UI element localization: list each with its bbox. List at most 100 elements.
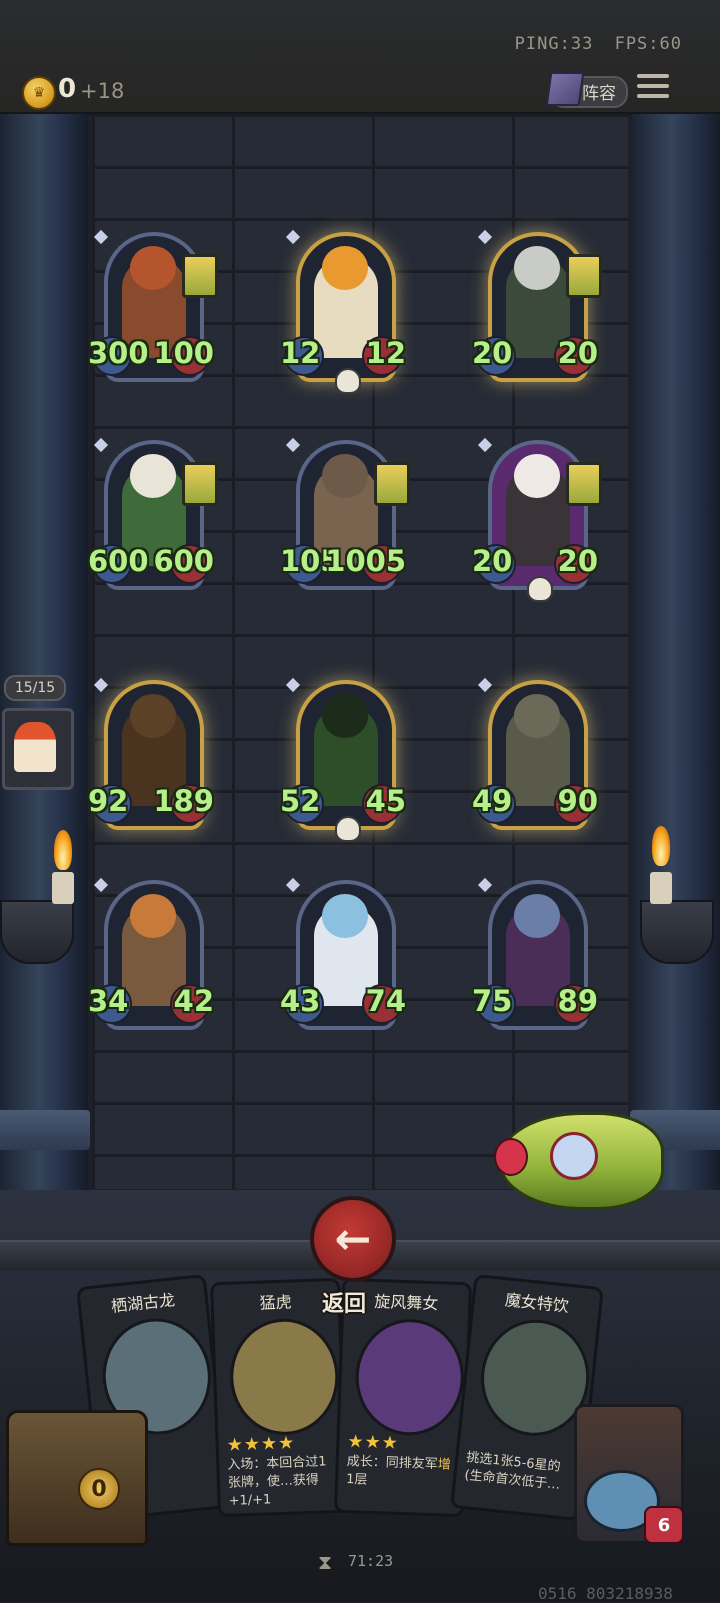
back-label: 返回 [322, 1292, 367, 1317]
skull-icon [335, 368, 361, 394]
board-unit[interactable]: 52 45 [280, 677, 406, 842]
star-gem-icon [477, 877, 493, 893]
flame-icon [54, 830, 72, 870]
back-button[interactable]: ← [310, 1196, 396, 1282]
unit-health: 12 [365, 336, 406, 370]
menu-icon[interactable] [637, 74, 669, 104]
unit-head [130, 454, 176, 498]
unit-attack: 43 [280, 984, 321, 1018]
gold-income: +18 [80, 79, 125, 103]
unit-health: 20 [557, 544, 598, 578]
board-unit[interactable]: 92 189 [88, 677, 214, 830]
unit-head [514, 454, 560, 498]
shop-card-art [228, 1316, 341, 1437]
fps-readout: FPS:60 [614, 34, 682, 54]
unit-attack: 600 [88, 544, 149, 578]
board-unit[interactable]: 75 89 [472, 877, 598, 1030]
shop-card-name: 猛虎 [259, 1292, 293, 1313]
user-id: 0516 803218938 [538, 1584, 673, 1603]
shop-card-desc: 入场：本回合过1张牌，使…获得+1/+1 [227, 1453, 341, 1511]
unit-attack: 12 [280, 336, 321, 370]
unit-health: 1005 [325, 544, 406, 578]
unit-head [130, 894, 176, 938]
unit-head [514, 694, 560, 738]
flame-icon [652, 826, 670, 866]
skull-icon [335, 816, 361, 842]
unit-attack: 300 [88, 336, 149, 370]
unit-health: 189 [153, 784, 214, 818]
shop-card-desc: 成长：同排友军增 1层 [346, 1453, 459, 1493]
shop-card-desc: 挑选1张5-6星的(生命首次低于… [464, 1449, 579, 1497]
lantern-icon [182, 254, 218, 298]
gold-coin-icon: ♛ [22, 76, 56, 110]
star-gem-icon [93, 677, 109, 693]
board-unit[interactable]: 600 600 [88, 437, 218, 590]
board-unit[interactable]: 34 42 [88, 877, 214, 1030]
back-arrow-icon: ← [334, 1213, 372, 1265]
unit-head [514, 894, 560, 938]
star-gem-icon [93, 877, 109, 893]
desc-text: 成长：同排友军 [346, 1454, 438, 1473]
stone-pillar-right [632, 114, 720, 1254]
unit-head [322, 246, 368, 290]
desc-text: 入场：本回合 [227, 1455, 306, 1473]
unit-attack: 34 [88, 984, 129, 1018]
board-unit[interactable]: 20 20 [472, 229, 602, 382]
star-gem-icon [477, 677, 493, 693]
reserve-count: 15/15 [4, 675, 66, 701]
network-stats: PING:33 FPS:60 [505, 34, 682, 54]
star-gem-icon [285, 877, 301, 893]
unit-attack: 49 [472, 784, 513, 818]
torch-holder-left [0, 900, 74, 964]
board-unit[interactable]: 105 1005 [280, 437, 410, 590]
star-gem-icon [93, 229, 109, 245]
pillar-cap-left [0, 1110, 90, 1150]
lantern-icon [566, 254, 602, 298]
shop-card-name: 栖湖古龙 [110, 1290, 176, 1316]
unit-health: 45 [365, 784, 406, 818]
desc-keyword: 增 [437, 1457, 451, 1473]
candle-right [650, 872, 672, 904]
treasure-chest[interactable] [6, 1410, 148, 1546]
unit-head [514, 246, 560, 290]
shop-card-art [353, 1317, 466, 1438]
star-gem-icon [93, 437, 109, 453]
shop-card-stars: ★★★★ [226, 1432, 296, 1456]
unit-attack: 20 [472, 544, 513, 578]
star-emblem-icon [550, 1132, 598, 1180]
unit-attack: 75 [472, 984, 513, 1018]
board-unit[interactable]: 300 100 [88, 229, 218, 382]
shop-card-name: 魔女特饮 [504, 1290, 570, 1316]
desc-text: 1层 [345, 1472, 368, 1488]
board-unit[interactable]: 20 20 [472, 437, 602, 602]
book-icon [545, 72, 585, 106]
unit-attack: 52 [280, 784, 321, 818]
board-unit[interactable]: 12 12 [280, 229, 406, 394]
star-gem-icon [285, 437, 301, 453]
board-unit[interactable]: 49 90 [472, 677, 598, 830]
star-gem-icon [477, 229, 493, 245]
star-gem-icon [477, 437, 493, 453]
candle-left [52, 872, 74, 904]
unit-head [322, 454, 368, 498]
board-unit[interactable]: 43 74 [280, 877, 406, 1030]
unit-health: 90 [557, 784, 598, 818]
unit-attack: 20 [472, 336, 513, 370]
lantern-icon [566, 462, 602, 506]
unit-health: 89 [557, 984, 598, 1018]
torch-holder-right [640, 900, 714, 964]
unit-health: 100 [153, 336, 214, 370]
unit-head [322, 894, 368, 938]
unit-health: 20 [557, 336, 598, 370]
unit-health: 74 [365, 984, 406, 1018]
lantern-icon [374, 462, 410, 506]
unit-head [130, 694, 176, 738]
lives-heart: 6 [644, 1506, 684, 1544]
star-gem-icon [285, 229, 301, 245]
ping-readout: PING:33 [514, 34, 594, 54]
unit-head [130, 246, 176, 290]
unit-attack: 92 [88, 784, 129, 818]
lineup-label: 阵容 [582, 84, 616, 104]
shop-card-stars: ★★★ [347, 1431, 400, 1454]
round-timer: 71:23 [348, 1552, 394, 1570]
